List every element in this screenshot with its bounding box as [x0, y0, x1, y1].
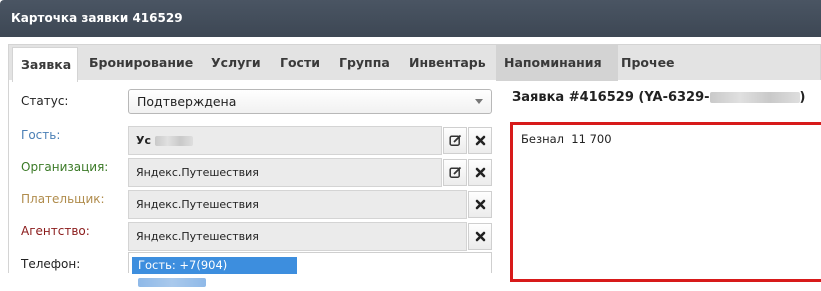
organization-label: Организация: [21, 160, 109, 174]
edit-guest-button[interactable] [443, 127, 467, 154]
tab-other[interactable]: Прочее [621, 45, 675, 81]
edit-icon [448, 134, 461, 146]
status-label: Статус: [21, 94, 69, 108]
tab-order[interactable]: Заявка [12, 47, 78, 82]
close-icon [475, 231, 485, 242]
close-icon [475, 167, 485, 178]
redacted-blur [138, 278, 206, 287]
remove-guest-button[interactable] [468, 127, 492, 154]
guest-value: Ус [136, 134, 152, 147]
order-note-textarea[interactable]: Безнал 11 700 [510, 122, 821, 282]
edit-icon [448, 166, 461, 178]
order-note-text: Безнал 11 700 [521, 132, 612, 146]
close-icon [475, 135, 485, 146]
tab-reminders[interactable]: Напоминания [504, 45, 602, 81]
phone-chip[interactable]: Гость: +7(904) [132, 257, 297, 287]
tab-inventory[interactable]: Инвентарь [409, 45, 486, 81]
remove-agency-button[interactable] [468, 223, 492, 250]
tab-group[interactable]: Группа [339, 45, 390, 81]
payer-label: Плательщик: [21, 192, 105, 206]
edit-organization-button[interactable] [443, 159, 467, 186]
payer-field[interactable]: Яндекс.Путешествия [128, 190, 467, 219]
remove-organization-button[interactable] [468, 159, 492, 186]
status-select[interactable]: Подтверждена [128, 89, 492, 114]
organization-value: Яндекс.Путешествия [136, 166, 259, 179]
chevron-down-icon [475, 99, 483, 104]
agency-label: Агентство: [21, 224, 90, 238]
window-title: Карточка заявки 416529 [0, 0, 821, 37]
phone-label: Телефон: [21, 257, 81, 271]
remove-payer-button[interactable] [468, 191, 492, 218]
agency-field[interactable]: Яндекс.Путешествия [128, 222, 467, 251]
tab-booking[interactable]: Бронирование [89, 45, 193, 81]
order-heading-text: Заявка #416529 (YA-6329- [512, 90, 710, 105]
guest-label: Гость: [21, 128, 61, 142]
status-value: Подтверждена [137, 94, 237, 109]
payer-value: Яндекс.Путешествия [136, 198, 259, 211]
tab-bar: Заявка Бронирование Услуги Гости Группа … [8, 44, 821, 82]
redacted-blur [154, 136, 193, 146]
phone-value: Гость: +7(904) [138, 258, 228, 272]
agency-value: Яндекс.Путешествия [136, 230, 259, 243]
phone-field[interactable]: Гость: +7(904) [128, 252, 492, 287]
order-heading: Заявка #416529 (YA-6329-) [512, 90, 806, 105]
order-heading-suffix: ) [799, 90, 806, 105]
close-icon [475, 199, 485, 210]
guest-field[interactable]: Ус [128, 126, 442, 155]
tab-services[interactable]: Услуги [211, 45, 261, 81]
organization-field[interactable]: Яндекс.Путешествия [128, 158, 442, 187]
tab-guests[interactable]: Гости [280, 45, 320, 81]
redacted-blur [709, 92, 800, 103]
